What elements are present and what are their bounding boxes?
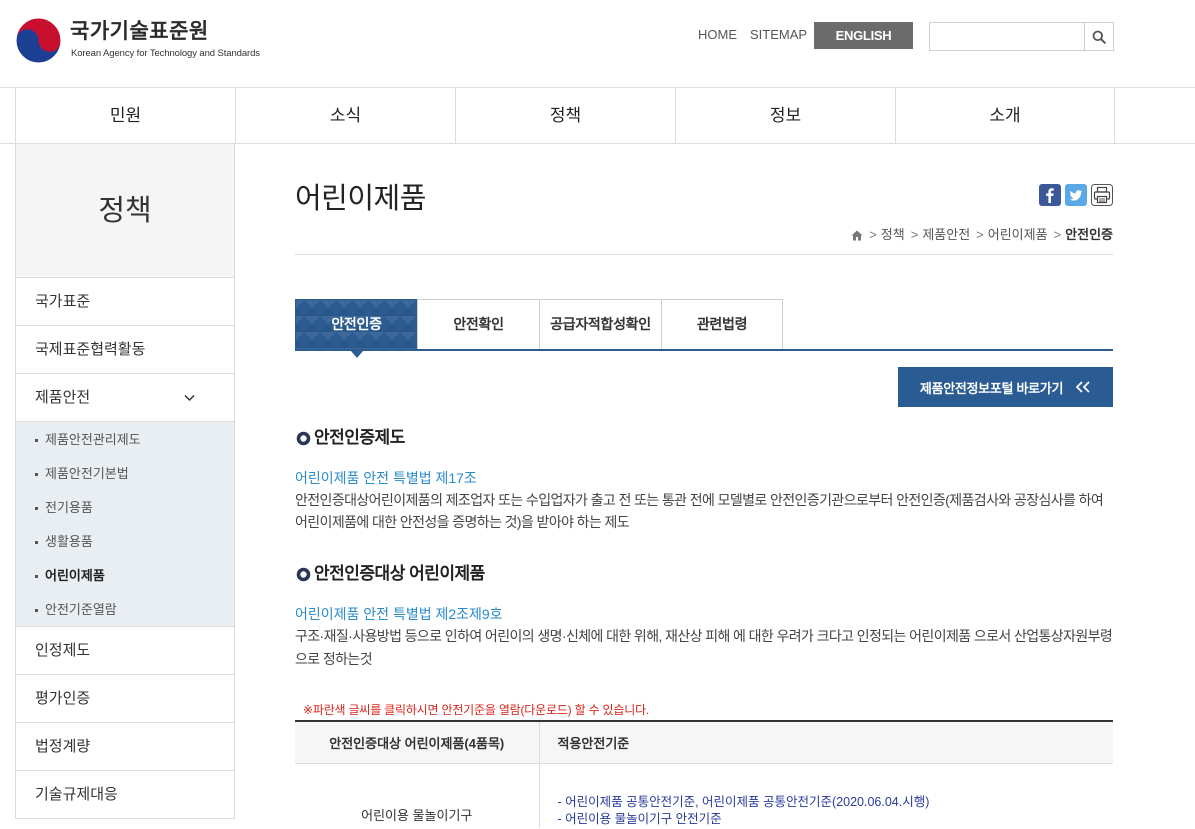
sidebar-subitem-household[interactable]: 생활용품 — [16, 525, 234, 559]
table-header-product: 안전인증대상 어린이제품(4품목) — [295, 721, 539, 764]
sidebar-item-national-standards[interactable]: 국가표준 — [16, 278, 234, 326]
logo-emblem-icon[interactable] — [15, 17, 62, 64]
standard-link[interactable]: - 어린이제품 공통안전기준, 어린이제품 공통안전기준(2020.06.04.… — [558, 794, 1114, 811]
download-notice: ※파란색 글씨를 클릭하시면 안전기준을 열람(다운로드) 할 수 있습니다. — [303, 703, 650, 717]
section-body: 구조·재질·사용방법 등으로 인하여 어린이의 생명·신체에 대한 위해, 재산… — [295, 628, 1113, 667]
law-link[interactable]: 어린이제품 안전 특별법 제17조 — [295, 468, 477, 488]
safety-portal-button[interactable]: 제품안전정보포털 바로가기 — [898, 367, 1113, 407]
chevron-down-icon — [184, 394, 195, 402]
tab-safety-confirmation[interactable]: 안전확인 — [417, 299, 539, 349]
table-cell-product: 어린이용 물놀이기구 — [361, 807, 473, 823]
sidebar-item-intl-standards[interactable]: 국제표준협력활동 — [16, 326, 234, 374]
logo-title[interactable]: 국가기술표준원 — [70, 19, 209, 45]
circle-bullet-icon — [296, 567, 311, 581]
page-title: 어린이제품 — [295, 183, 426, 215]
tab-supplier-conformity[interactable]: 공급자적합성확인 — [539, 299, 661, 349]
breadcrumb-separator: > — [869, 227, 877, 242]
sidebar-subitem-safety-standards[interactable]: 안전기준열람 — [16, 593, 234, 627]
sidebar-subitem-safety-management[interactable]: 제품안전관리제도 — [16, 423, 234, 457]
print-icon[interactable] — [1091, 184, 1113, 206]
portal-button-label: 제품안전정보포털 바로가기 — [919, 380, 1064, 396]
main-content: 어린이제품 > 정책 > 제품안전 > 어린이제품 > 안전인증 안전인증 안전… — [295, 0, 1113, 829]
sidebar-item-accreditation[interactable]: 인정제도 — [16, 627, 234, 675]
tab-safety-certification[interactable]: 안전인증 — [295, 299, 417, 358]
sidebar-subitem-safety-act[interactable]: 제품안전기본법 — [16, 457, 234, 491]
breadcrumb-item-product-safety[interactable]: 제품안전 — [922, 226, 970, 244]
breadcrumb-current: 안전인증 — [1065, 227, 1113, 242]
twitter-icon[interactable] — [1065, 184, 1087, 206]
sidebar-submenu: 제품안전관리제도 제품안전기본법 전기용품 생활용품 어린이제품 안전기준열람 — [16, 422, 234, 627]
home-icon[interactable] — [851, 230, 863, 241]
breadcrumb-separator: > — [1053, 227, 1062, 242]
tab-related-laws[interactable]: 관련법령 — [661, 299, 783, 349]
table-header-row: 안전인증대상 어린이제품(4품목) 적용안전기준 — [295, 721, 1113, 764]
sidebar-item-label: 제품안전 — [35, 389, 91, 406]
table-header-standard: 적용안전기준 — [538, 721, 1113, 764]
sidebar-title: 정책 — [16, 144, 234, 278]
sidebar-subitem-electrical[interactable]: 전기용품 — [16, 491, 234, 525]
nav-item-civil[interactable]: 민원 — [15, 88, 235, 143]
section-heading: 안전인증제도 — [296, 427, 405, 449]
share-icons — [1039, 184, 1113, 206]
double-chevron-left-icon — [1075, 381, 1090, 393]
sidebar: 정책 국가표준 국제표준협력활동 제품안전 제품안전관리제도 제품안전기본법 전… — [15, 144, 235, 819]
title-divider — [295, 254, 1113, 255]
facebook-icon[interactable] — [1039, 184, 1061, 206]
standards-table: 안전인증대상 어린이제품(4품목) 적용안전기준 어린이용 물놀이기구 - 어린… — [295, 720, 1113, 828]
sidebar-item-metrology[interactable]: 법정계량 — [16, 723, 234, 771]
section-body: 안전인증대상어린이제품의 제조업자 또는 수입업자가 출고 전 또는 통관 전에… — [295, 492, 1104, 530]
law-link[interactable]: 어린이제품 안전 특별법 제2조제9호 — [295, 604, 503, 624]
sidebar-subitem-children-products[interactable]: 어린이제품 — [16, 559, 234, 593]
table-cell-standards: - 어린이제품 공통안전기준, 어린이제품 공통안전기준(2020.06.04.… — [538, 763, 1114, 828]
section-heading-text: 안전인증제도 — [314, 428, 405, 447]
breadcrumb: > 정책 > 제품안전 > 어린이제품 > 안전인증 — [851, 226, 1113, 244]
section-heading-text: 안전인증대상 어린이제품 — [314, 564, 485, 583]
breadcrumb-item-children-products[interactable]: 어린이제품 — [988, 226, 1048, 244]
breadcrumb-separator: > — [910, 227, 919, 242]
section-heading: 안전인증대상 어린이제품 — [296, 563, 485, 585]
circle-bullet-icon — [296, 431, 311, 445]
breadcrumb-item-policy[interactable]: 정책 — [881, 226, 905, 244]
content-tabs: 안전인증 안전확인 공급자적합성확인 관련법령 — [295, 299, 1113, 358]
logo-subtitle: Korean Agency for Technology and Standar… — [71, 48, 260, 59]
sidebar-item-certification[interactable]: 평가인증 — [16, 675, 234, 723]
sidebar-item-product-safety[interactable]: 제품안전 — [16, 374, 234, 422]
breadcrumb-separator: > — [976, 227, 984, 242]
standard-link[interactable]: - 어린이용 물놀이기구 안전기준 — [558, 811, 1114, 828]
table-row: 어린이용 물놀이기구 - 어린이제품 공통안전기준, 어린이제품 공통안전기준(… — [295, 763, 1113, 828]
sidebar-item-tbt[interactable]: 기술규제대응 — [16, 771, 234, 819]
